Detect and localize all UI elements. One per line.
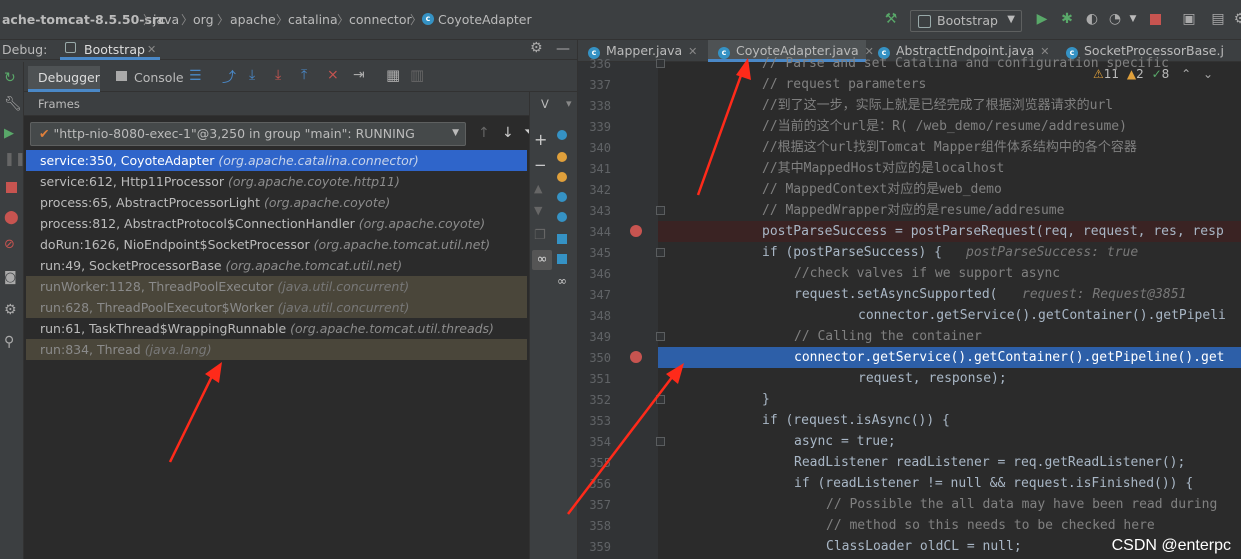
arrow-to-tab	[696, 66, 746, 196]
arrow-head	[736, 58, 751, 80]
annotation-arrows	[168, 58, 751, 515]
arrow-to-frame	[168, 369, 217, 463]
arrow-to-line	[567, 371, 677, 515]
arrow-head	[205, 362, 222, 383]
watermark: CSDN @enterpc	[1111, 537, 1231, 554]
